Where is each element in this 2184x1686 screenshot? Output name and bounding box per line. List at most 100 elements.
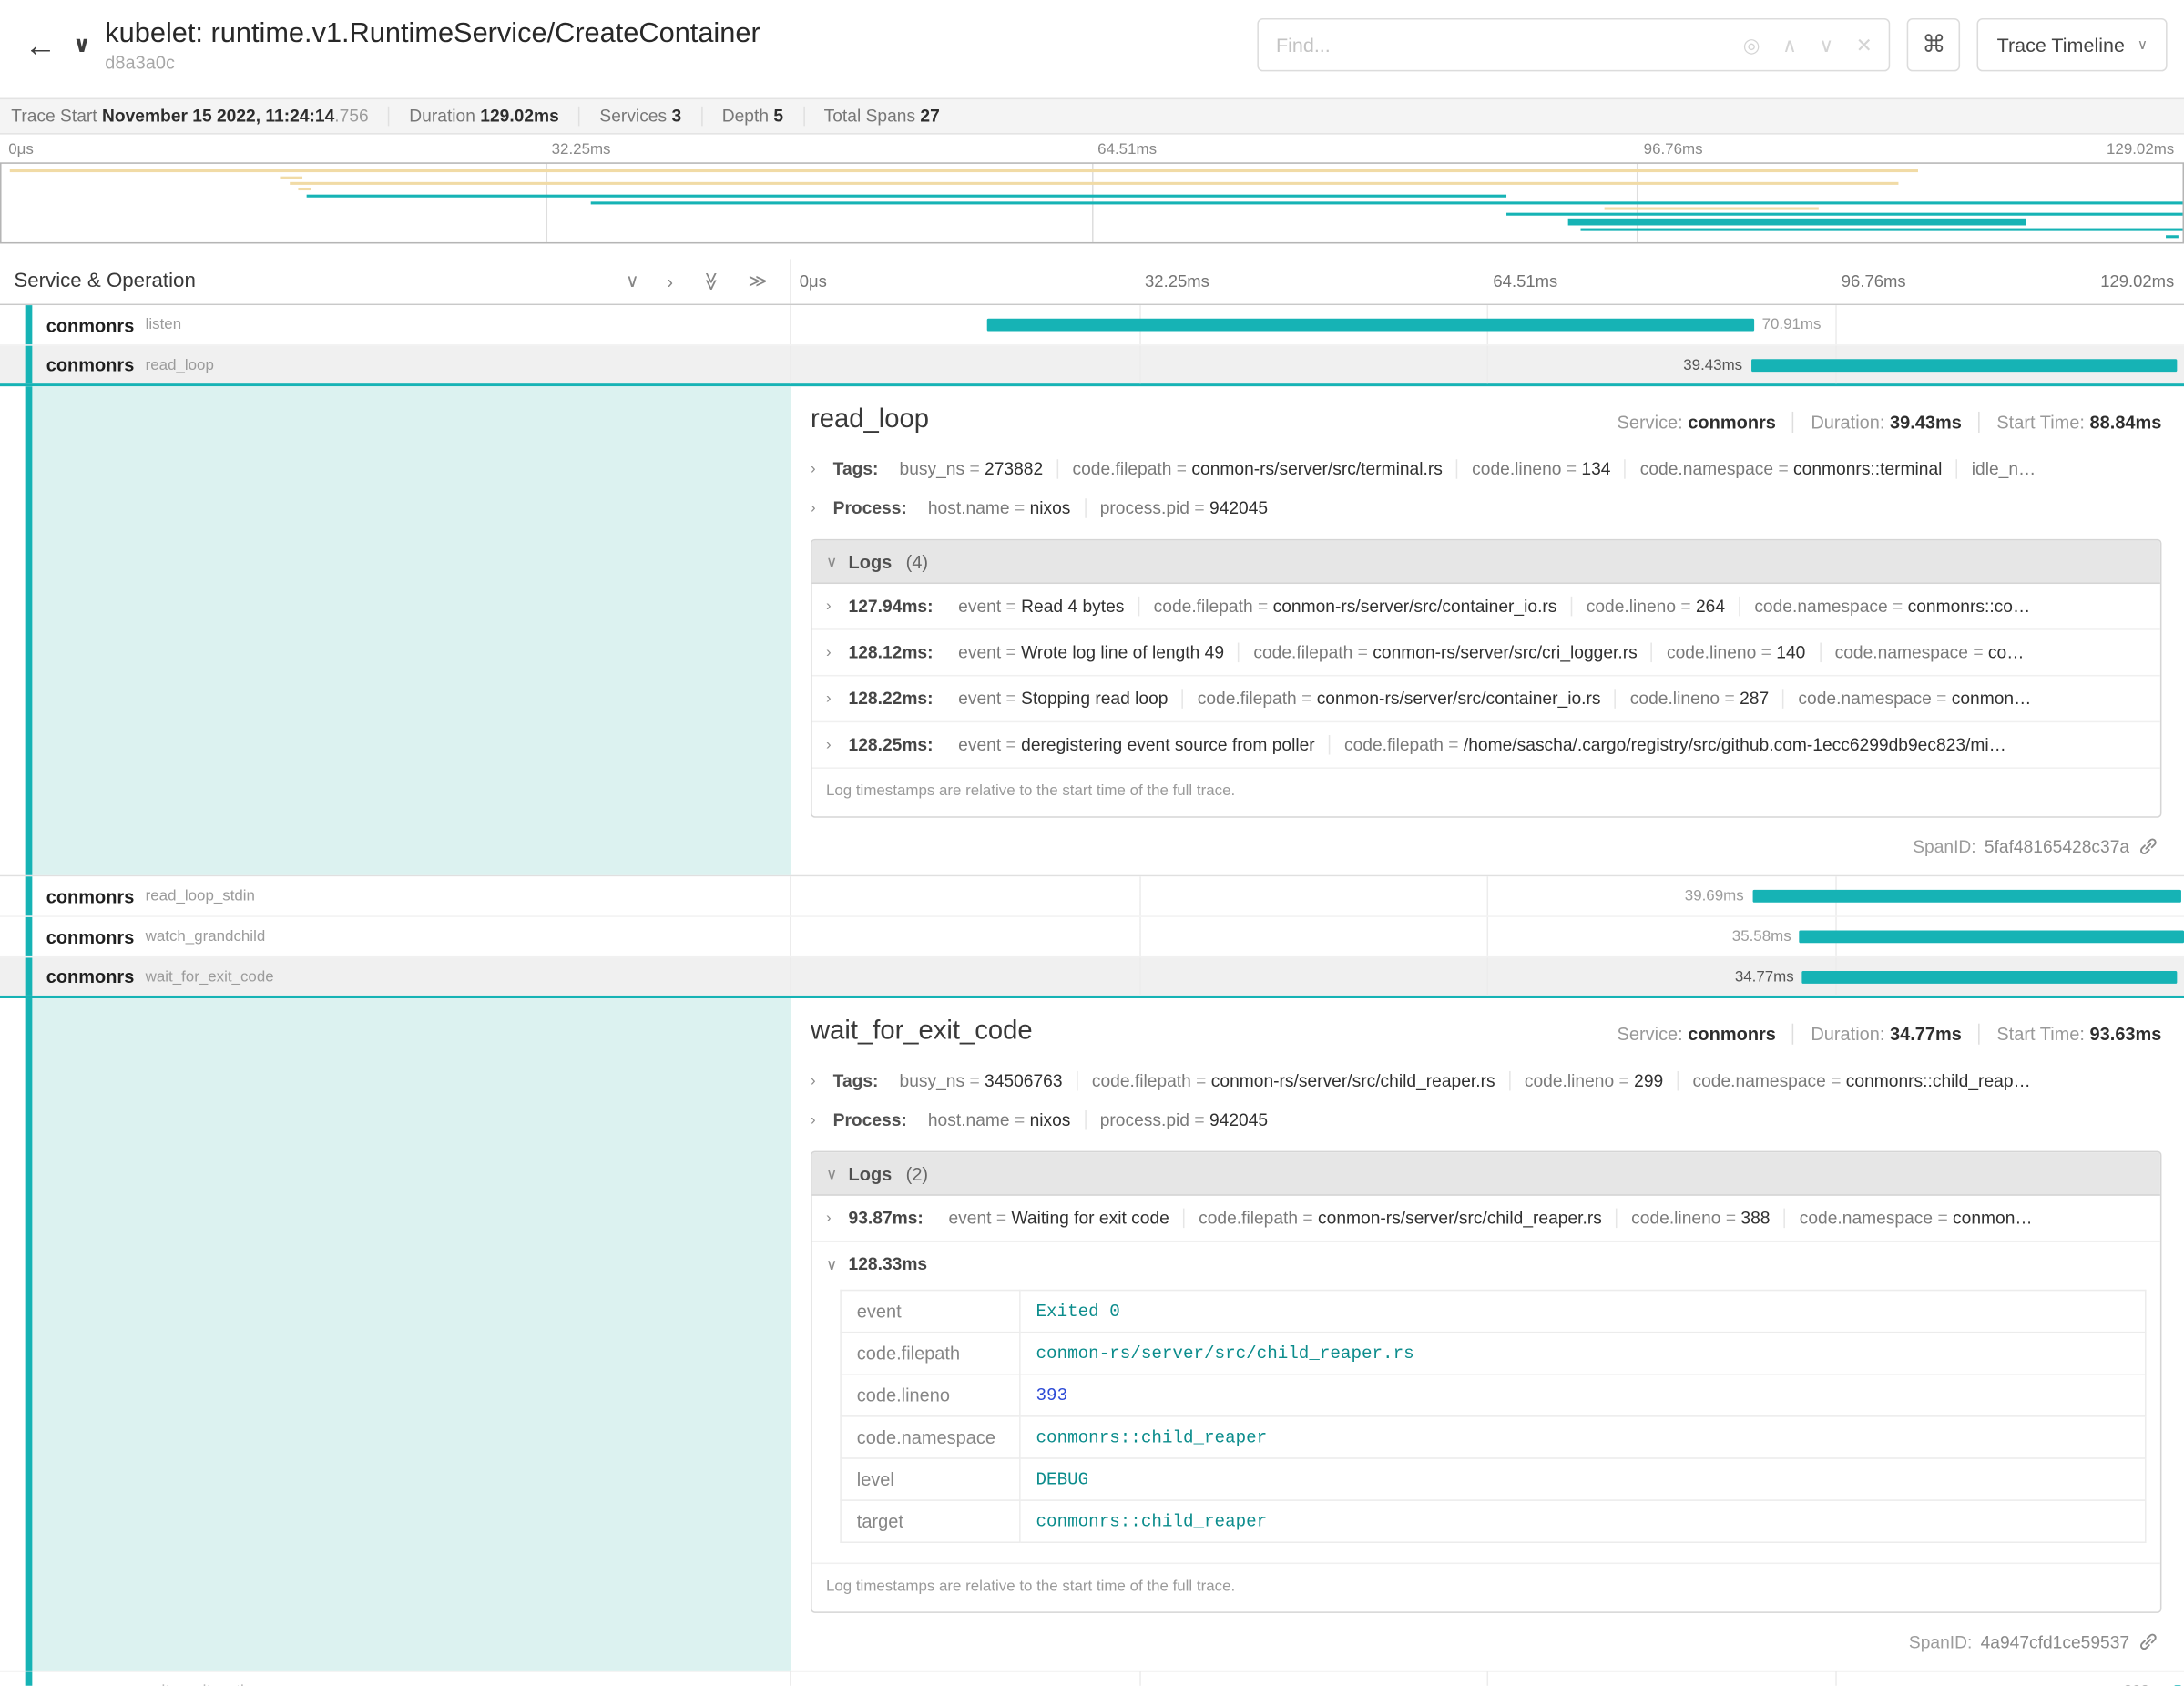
key-value-pair: event = Waiting for exit code bbox=[934, 1209, 1183, 1229]
log-entry-header[interactable]: ∨128.33ms bbox=[812, 1242, 2160, 1286]
service-color-bar bbox=[26, 1671, 33, 1686]
span-row[interactable]: conmonrs listen 70.91ms bbox=[0, 305, 2184, 346]
expand-all-icon[interactable]: ≫ bbox=[748, 271, 767, 293]
key-value-pair: busy_ns = 273882 bbox=[885, 459, 1056, 479]
command-icon: ⌘ bbox=[1922, 31, 1945, 57]
log-field-value: 393 bbox=[1020, 1374, 2146, 1416]
timeline-tick: 32.25ms bbox=[552, 141, 611, 158]
span-id-value: 4a947cfd1ce59537 bbox=[1981, 1632, 2129, 1652]
minimap-span bbox=[2165, 235, 2178, 238]
keyboard-shortcuts-button[interactable]: ⌘ bbox=[1907, 18, 1960, 71]
logs-header[interactable]: ∨Logs(2) bbox=[812, 1152, 2160, 1196]
span-timeline-cell[interactable]: 34.77ms bbox=[791, 957, 2184, 996]
chevron-right-icon: › bbox=[826, 690, 849, 707]
key-value-pair: event = deregistering event source from … bbox=[944, 735, 1329, 755]
timeline-tick: 129.02ms bbox=[2100, 271, 2174, 291]
expand-one-icon[interactable]: › bbox=[667, 271, 673, 291]
span-name-cell[interactable]: conmonrs listen bbox=[0, 305, 791, 344]
log-fields-table: eventExited 0code.filepathconmon-rs/serv… bbox=[840, 1290, 2146, 1543]
span-row[interactable]: conmonrs read_loop_stdin 39.69ms bbox=[0, 876, 2184, 917]
log-entry-header[interactable]: ›93.87ms:event = Waiting for exit codeco… bbox=[812, 1196, 2160, 1241]
timeline-header-row: Service & Operation ∨ › ≫ ≫ 0μs 32.25ms … bbox=[0, 259, 2184, 305]
service-color-bar bbox=[26, 346, 33, 384]
find-input[interactable] bbox=[1276, 34, 1720, 56]
span-name-cell[interactable]: conmonrs write_exit_path bbox=[0, 1671, 791, 1686]
span-bar[interactable] bbox=[1802, 970, 2177, 983]
log-entry-header[interactable]: ›128.22ms:event = Stopping read loopcode… bbox=[812, 676, 2160, 720]
logs-header[interactable]: ∨Logs(4) bbox=[812, 540, 2160, 584]
log-field-value: Exited 0 bbox=[1020, 1291, 2146, 1333]
process-accordian[interactable]: ›Process:host.name = nixosprocess.pid = … bbox=[811, 1100, 2161, 1139]
log-entry-header[interactable]: ›128.12ms:event = Wrote log line of leng… bbox=[812, 630, 2160, 675]
tags-label: Tags: bbox=[833, 1071, 879, 1091]
minimap-canvas[interactable] bbox=[0, 162, 2184, 243]
span-row[interactable]: conmonrs write_exit_path 303μs bbox=[0, 1671, 2184, 1686]
log-field-value: DEBUG bbox=[1020, 1458, 2146, 1500]
overview-start-time: Start Time: 88.84ms bbox=[1978, 412, 2161, 433]
span-timeline-cell[interactable]: 39.69ms bbox=[791, 876, 2184, 915]
tags-accordian[interactable]: ›Tags:busy_ns = 273882code.filepath = co… bbox=[811, 449, 2161, 488]
process-accordian[interactable]: ›Process:host.name = nixosprocess.pid = … bbox=[811, 488, 2161, 527]
span-id-label: SpanID: bbox=[1913, 836, 1975, 856]
collapse-trace-icon[interactable]: ∨ bbox=[73, 31, 91, 59]
key-value-pair: event = Stopping read loop bbox=[944, 689, 1182, 709]
span-bar[interactable] bbox=[1752, 890, 2181, 903]
chevron-down-icon: ∨ bbox=[826, 1164, 849, 1182]
view-selector-label: Trace Timeline bbox=[1997, 34, 2125, 56]
link-icon[interactable] bbox=[2138, 1631, 2158, 1652]
log-timestamp: 127.94ms: bbox=[849, 597, 934, 617]
chevron-right-icon: › bbox=[826, 1210, 849, 1226]
service-name: conmonrs bbox=[46, 1681, 135, 1686]
back-button[interactable]: ← bbox=[11, 15, 70, 75]
collapse-one-icon[interactable]: ∨ bbox=[626, 271, 639, 293]
log-entry: ›128.12ms:event = Wrote log line of leng… bbox=[812, 630, 2160, 677]
span-row[interactable]: conmonrs watch_grandchild 35.58ms bbox=[0, 917, 2184, 958]
key-value-pair: code.namespace = conmon… bbox=[1784, 1209, 2046, 1229]
log-entry-header[interactable]: ›128.25ms:event = deregistering event so… bbox=[812, 722, 2160, 767]
span-name-cell[interactable]: conmonrs read_loop_stdin bbox=[0, 876, 791, 915]
span-timeline-cell[interactable]: 70.91ms bbox=[791, 305, 2184, 344]
minimap-ticks: 0μs 32.25ms 64.51ms 96.76ms 129.02ms bbox=[0, 135, 2184, 163]
find-scope-icon[interactable]: ◎ bbox=[1743, 33, 1760, 56]
find-next-icon[interactable]: ∨ bbox=[1819, 33, 1833, 56]
find-clear-icon[interactable]: ✕ bbox=[1856, 33, 1873, 56]
span-rows: conmonrs listen 70.91ms conmonrs read_lo… bbox=[0, 305, 2184, 1686]
trace-view-selector[interactable]: Trace Timeline ∨ bbox=[1977, 18, 2167, 71]
span-row[interactable]: conmonrs read_loop 39.43ms bbox=[0, 346, 2184, 387]
span-detail-row: wait_for_exit_code Service: conmonrsDura… bbox=[0, 998, 2184, 1671]
key-value-pair: host.name = nixos bbox=[914, 1110, 1085, 1130]
service-name: conmonrs bbox=[46, 354, 135, 375]
span-row[interactable]: conmonrs wait_for_exit_code 34.77ms bbox=[0, 957, 2184, 998]
span-name-cell[interactable]: conmonrs read_loop bbox=[0, 346, 791, 384]
summary-depth: Depth 5 bbox=[701, 107, 803, 127]
summary-total-spans: Total Spans 27 bbox=[803, 107, 960, 127]
span-timeline-cell[interactable]: 35.58ms bbox=[791, 917, 2184, 956]
minimap-span bbox=[298, 188, 311, 190]
span-bar[interactable] bbox=[987, 319, 1753, 332]
span-detail-indent bbox=[26, 998, 791, 1671]
span-bar[interactable] bbox=[1800, 930, 2184, 943]
logs-accordian: ∨Logs(4) ›127.94ms:event = Read 4 bytesc… bbox=[811, 539, 2161, 818]
collapse-all-icon[interactable]: ≫ bbox=[699, 272, 722, 291]
key-value-pair: code.lineno = 299 bbox=[1509, 1071, 1678, 1091]
span-name-cell[interactable]: conmonrs watch_grandchild bbox=[0, 917, 791, 956]
find-prev-icon[interactable]: ∧ bbox=[1782, 33, 1797, 56]
tags-accordian[interactable]: ›Tags:busy_ns = 34506763code.filepath = … bbox=[811, 1061, 2161, 1100]
link-icon[interactable] bbox=[2138, 836, 2158, 857]
span-id-row: SpanID:5faf48165428c37a bbox=[811, 818, 2161, 864]
span-duration-label: 70.91ms bbox=[1762, 316, 1822, 332]
logs-count: (2) bbox=[906, 1163, 928, 1184]
key-value-pair: event = Read 4 bytes bbox=[944, 597, 1138, 617]
span-bar[interactable] bbox=[1750, 359, 2177, 372]
log-entry: ›128.22ms:event = Stopping read loopcode… bbox=[812, 676, 2160, 722]
chevron-right-icon: › bbox=[811, 1072, 833, 1088]
span-timeline-cell[interactable]: 39.43ms bbox=[791, 346, 2184, 384]
log-timestamp: 128.22ms: bbox=[849, 689, 934, 709]
log-field-key: code.lineno bbox=[841, 1374, 1020, 1416]
log-entry-header[interactable]: ›127.94ms:event = Read 4 bytescode.filep… bbox=[812, 584, 2160, 628]
process-label: Process: bbox=[833, 1110, 907, 1130]
span-name-cell[interactable]: conmonrs wait_for_exit_code bbox=[0, 957, 791, 996]
span-timeline-cell[interactable]: 303μs bbox=[791, 1671, 2184, 1686]
span-id-row: SpanID:4a947cfd1ce59537 bbox=[811, 1613, 2161, 1660]
minimap-span bbox=[590, 201, 2182, 204]
